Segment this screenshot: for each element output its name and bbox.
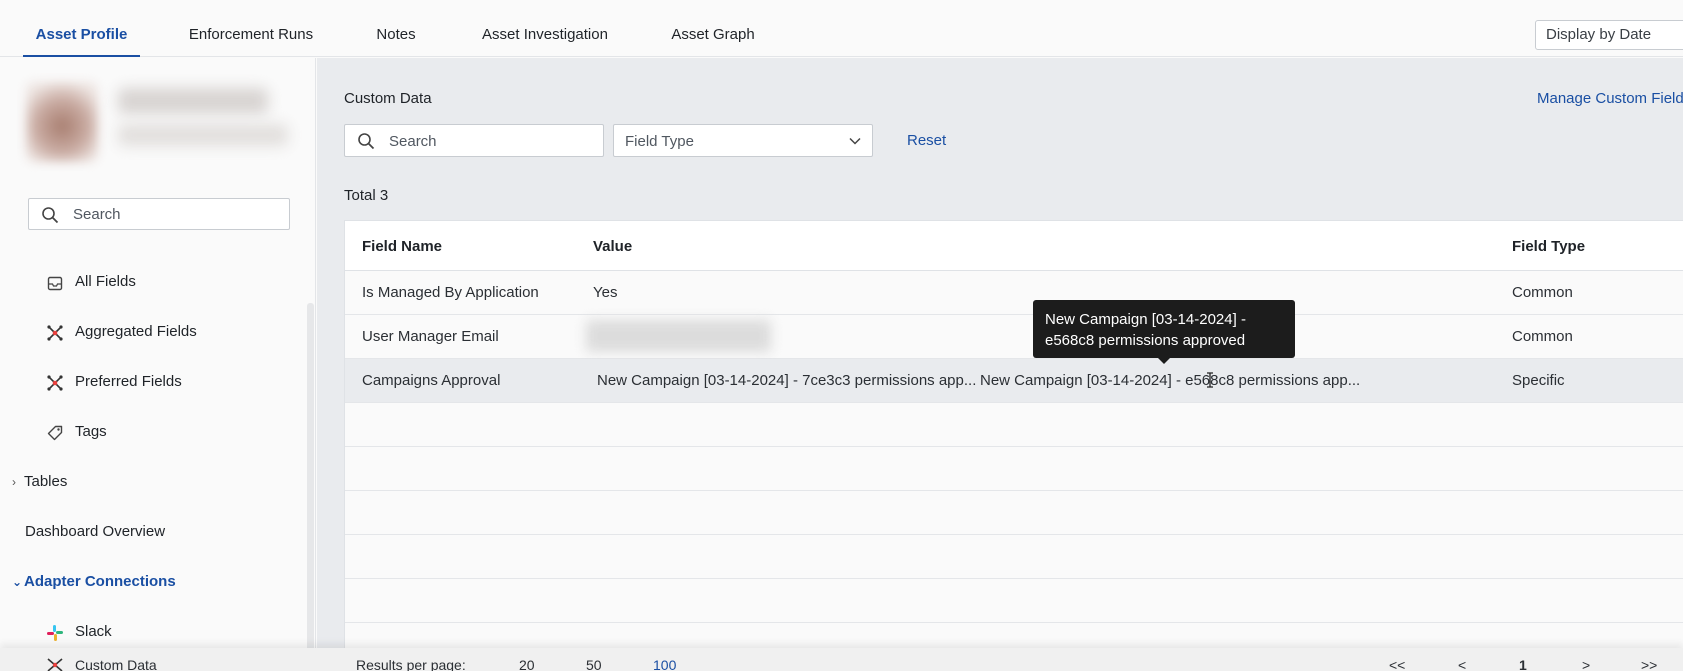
custom-data-icon — [46, 657, 64, 671]
table-row[interactable]: Is Managed By Application Yes Common — [345, 271, 1683, 315]
redacted-email-value — [586, 320, 771, 352]
first-page-button[interactable]: << — [1389, 657, 1405, 671]
reset-button[interactable]: Reset — [907, 132, 946, 149]
page-size-option[interactable]: 50 — [586, 657, 602, 671]
tab-asset-graph[interactable]: Asset Graph — [668, 0, 758, 57]
search-placeholder: Search — [389, 133, 437, 150]
sidebar-item-label: Preferred Fields — [75, 373, 182, 390]
sidebar-scrollbar[interactable] — [307, 303, 314, 671]
last-page-button[interactable]: >> — [1641, 657, 1657, 671]
field-type-select[interactable]: Field Type — [613, 124, 873, 157]
tab-enforcement-runs[interactable]: Enforcement Runs — [176, 0, 326, 57]
search-icon — [41, 206, 59, 228]
top-tab-bar: Asset Profile Enforcement Runs Notes Ass… — [0, 0, 1683, 57]
table-header: Field Name Value Field Type — [345, 221, 1683, 271]
sidebar-item-label: Slack — [75, 623, 112, 640]
sidebar: Search All Fields Aggregated Fields Pref… — [0, 58, 316, 671]
field-name-cell: Campaigns Approval — [362, 372, 501, 389]
asset-subtitle-redacted — [118, 124, 288, 146]
sidebar-group-adapter-connections[interactable]: ⌄ Adapter Connections — [12, 567, 176, 597]
sidebar-search-placeholder: Search — [73, 206, 121, 223]
sidebar-item-dashboard-overview[interactable]: Dashboard Overview — [25, 517, 165, 547]
sidebar-item-label: Aggregated Fields — [75, 323, 197, 340]
chevron-down-icon — [848, 134, 862, 152]
table-row[interactable]: Campaigns Approval New Campaign [03-14-2… — [345, 359, 1683, 403]
sidebar-search-input[interactable]: Search — [28, 198, 290, 230]
main-content: Custom Data Manage Custom Fields Search … — [317, 58, 1683, 671]
tab-asset-profile[interactable]: Asset Profile — [23, 0, 140, 57]
inbox-icon — [46, 273, 64, 291]
value-item[interactable]: New Campaign [03-14-2024] - e568c8 permi… — [980, 372, 1360, 389]
results-per-page-label: Results per page: — [356, 657, 466, 671]
asset-name-redacted — [118, 88, 268, 114]
table-row-empty — [345, 403, 1683, 447]
value-tooltip: New Campaign [03-14-2024] - e568c8 permi… — [1033, 300, 1295, 364]
table-row-empty — [345, 535, 1683, 579]
next-page-button[interactable]: > — [1582, 657, 1590, 671]
field-type-placeholder: Field Type — [625, 133, 694, 150]
total-count: Total 3 — [344, 187, 389, 204]
table-row-empty — [345, 447, 1683, 491]
text-cursor-icon — [1205, 372, 1215, 392]
column-header-field-name[interactable]: Field Name — [362, 238, 442, 255]
table-row-empty — [345, 579, 1683, 623]
table-row-empty — [345, 491, 1683, 535]
sidebar-item-label: Tags — [75, 423, 107, 440]
search-icon — [357, 132, 375, 154]
tab-notes[interactable]: Notes — [368, 0, 424, 57]
sidebar-group-label: Adapter Connections — [24, 573, 176, 590]
column-header-field-type[interactable]: Field Type — [1512, 238, 1585, 255]
display-by-date-select[interactable]: Display by Date — [1535, 20, 1683, 50]
slack-icon — [46, 623, 64, 641]
tag-icon — [46, 423, 64, 441]
current-page[interactable]: 1 — [1519, 657, 1527, 671]
tab-asset-investigation[interactable]: Asset Investigation — [478, 0, 612, 57]
table-row[interactable]: User Manager Email Common — [345, 315, 1683, 359]
page-size-option-selected[interactable]: 100 — [653, 657, 676, 671]
custom-data-search-input[interactable]: Search — [344, 124, 604, 157]
chevron-right-icon: › — [12, 475, 16, 489]
field-type-cell: Common — [1512, 284, 1573, 301]
sidebar-item-label: All Fields — [75, 273, 136, 290]
sidebar-item-custom-data[interactable]: Custom Data — [75, 657, 157, 671]
page-size-option[interactable]: 20 — [519, 657, 535, 671]
value-item[interactable]: New Campaign [03-14-2024] - 7ce3c3 permi… — [597, 372, 976, 389]
column-header-value[interactable]: Value — [593, 238, 632, 255]
prev-page-button[interactable]: < — [1458, 657, 1466, 671]
field-type-cell: Common — [1512, 328, 1573, 345]
value-cell: Yes — [593, 284, 618, 301]
sidebar-group-label: Tables — [24, 473, 68, 490]
aggregate-icon — [46, 373, 64, 391]
sidebar-group-tables[interactable]: › Tables — [12, 467, 67, 497]
field-name-cell: User Manager Email — [362, 328, 499, 345]
section-title: Custom Data — [344, 90, 432, 107]
chevron-down-icon: ⌄ — [12, 575, 23, 589]
custom-data-table: Field Name Value Field Type Is Managed B… — [344, 220, 1683, 671]
asset-profile-card — [26, 76, 296, 166]
field-type-cell: Specific — [1512, 372, 1565, 389]
aggregate-icon — [46, 323, 64, 341]
field-name-cell: Is Managed By Application — [362, 284, 539, 301]
pagination-bar: Custom Data Results per page: 20 50 100 … — [0, 648, 1683, 671]
avatar — [26, 82, 98, 162]
manage-custom-fields-link[interactable]: Manage Custom Fields — [1537, 90, 1683, 107]
